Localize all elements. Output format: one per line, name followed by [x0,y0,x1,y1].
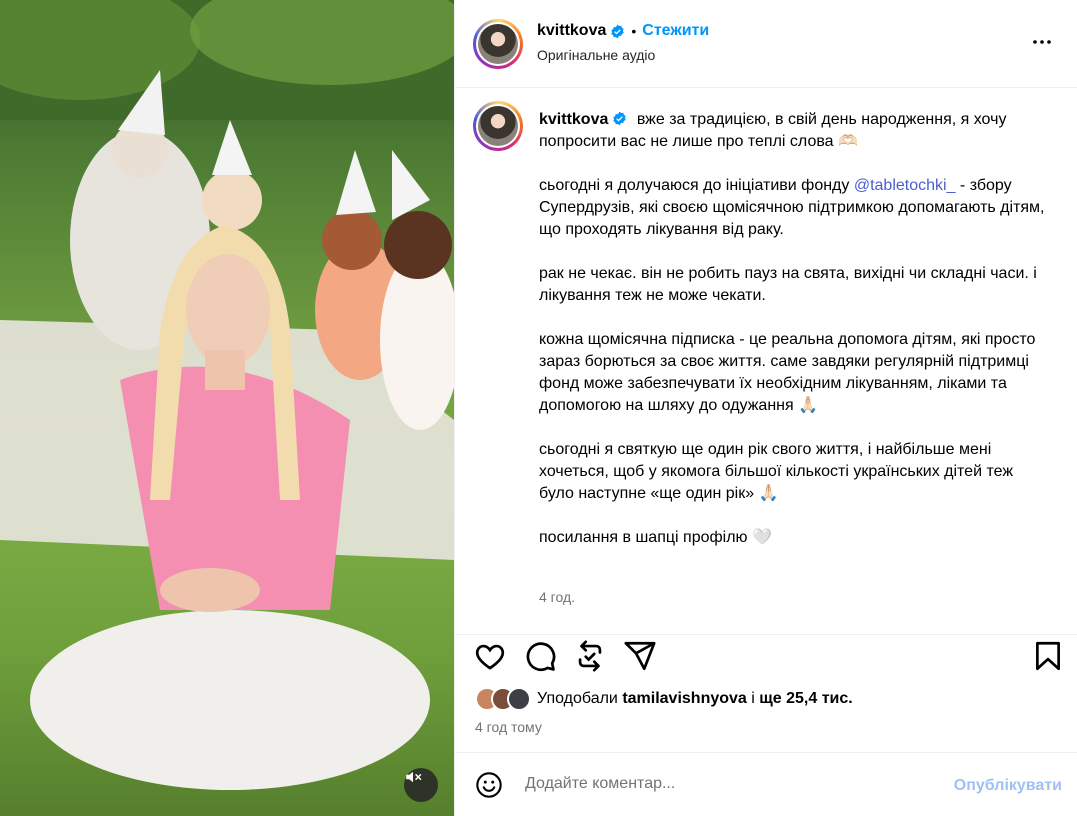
caption-paragraph-3: рак не чекає. він не робить пауз на свят… [539,265,1037,304]
caption-paragraph-4: кожна щомісячна підписка - це реальна до… [539,331,1036,414]
mute-button[interactable] [404,768,438,802]
post-header: kvittkova • Стежити Оригінальне аудіо [455,0,1077,88]
likes-summary: Уподобали tamilavishnyova і ще 25,4 тис. [475,687,853,711]
audio-label[interactable]: Оригінальне аудіо [537,47,655,63]
liker-avatar[interactable] [507,687,531,711]
comment-bar: Опублікувати [455,752,1077,816]
caption-avatar[interactable] [473,101,523,151]
publish-button[interactable]: Опублікувати [954,777,1062,795]
separator-dot: • [631,23,637,39]
muted-speaker-icon [406,771,422,783]
video-frame [0,0,454,790]
caption-time[interactable]: 4 год. [539,589,575,605]
likes-prefix: Уподобали [537,690,623,707]
caption-line-1: вже за традицією, в свій день народження… [539,111,1007,150]
comment-input[interactable] [525,775,925,793]
comment-icon[interactable] [523,639,557,673]
bookmark-icon[interactable] [1031,639,1065,673]
heart-icon[interactable] [473,639,507,673]
caption-p2-before: сьогодні я долучаюся до ініціативи фонду [539,177,854,194]
likes-count[interactable]: ще 25,4 тис. [759,690,852,707]
verified-badge-icon [611,24,625,38]
post-details-panel: kvittkova • Стежити Оригінальне аудіо kv… [454,0,1077,816]
caption-paragraph-6: посилання в шапці профілю 🤍 [539,529,772,546]
likes-middle: і [746,690,760,707]
caption-paragraph-5: сьогодні я святкую ще один рік свого жит… [539,441,1014,502]
verified-badge-icon [613,111,627,126]
emoji-icon[interactable] [475,771,503,799]
more-horizontal-icon[interactable] [1030,30,1054,54]
post-timestamp[interactable]: 4 год тому [475,719,542,735]
liker-username[interactable]: tamilavishnyova [622,690,747,707]
action-bar: Уподобали tamilavishnyova і ще 25,4 тис.… [455,634,1077,752]
caption-area: kvittkova вже за традицією, в свій день … [455,89,1077,633]
repost-icon[interactable] [573,639,607,673]
mention-link[interactable]: @tabletochki_ [854,177,956,194]
caption-text: kvittkova вже за традицією, в свій день … [539,109,1049,571]
avatar[interactable] [473,19,523,69]
caption-username[interactable]: kvittkova [539,111,608,128]
share-icon[interactable] [623,639,657,673]
post-media[interactable] [0,0,454,816]
follow-button[interactable]: Стежити [642,22,709,40]
header-username[interactable]: kvittkova [537,22,606,40]
